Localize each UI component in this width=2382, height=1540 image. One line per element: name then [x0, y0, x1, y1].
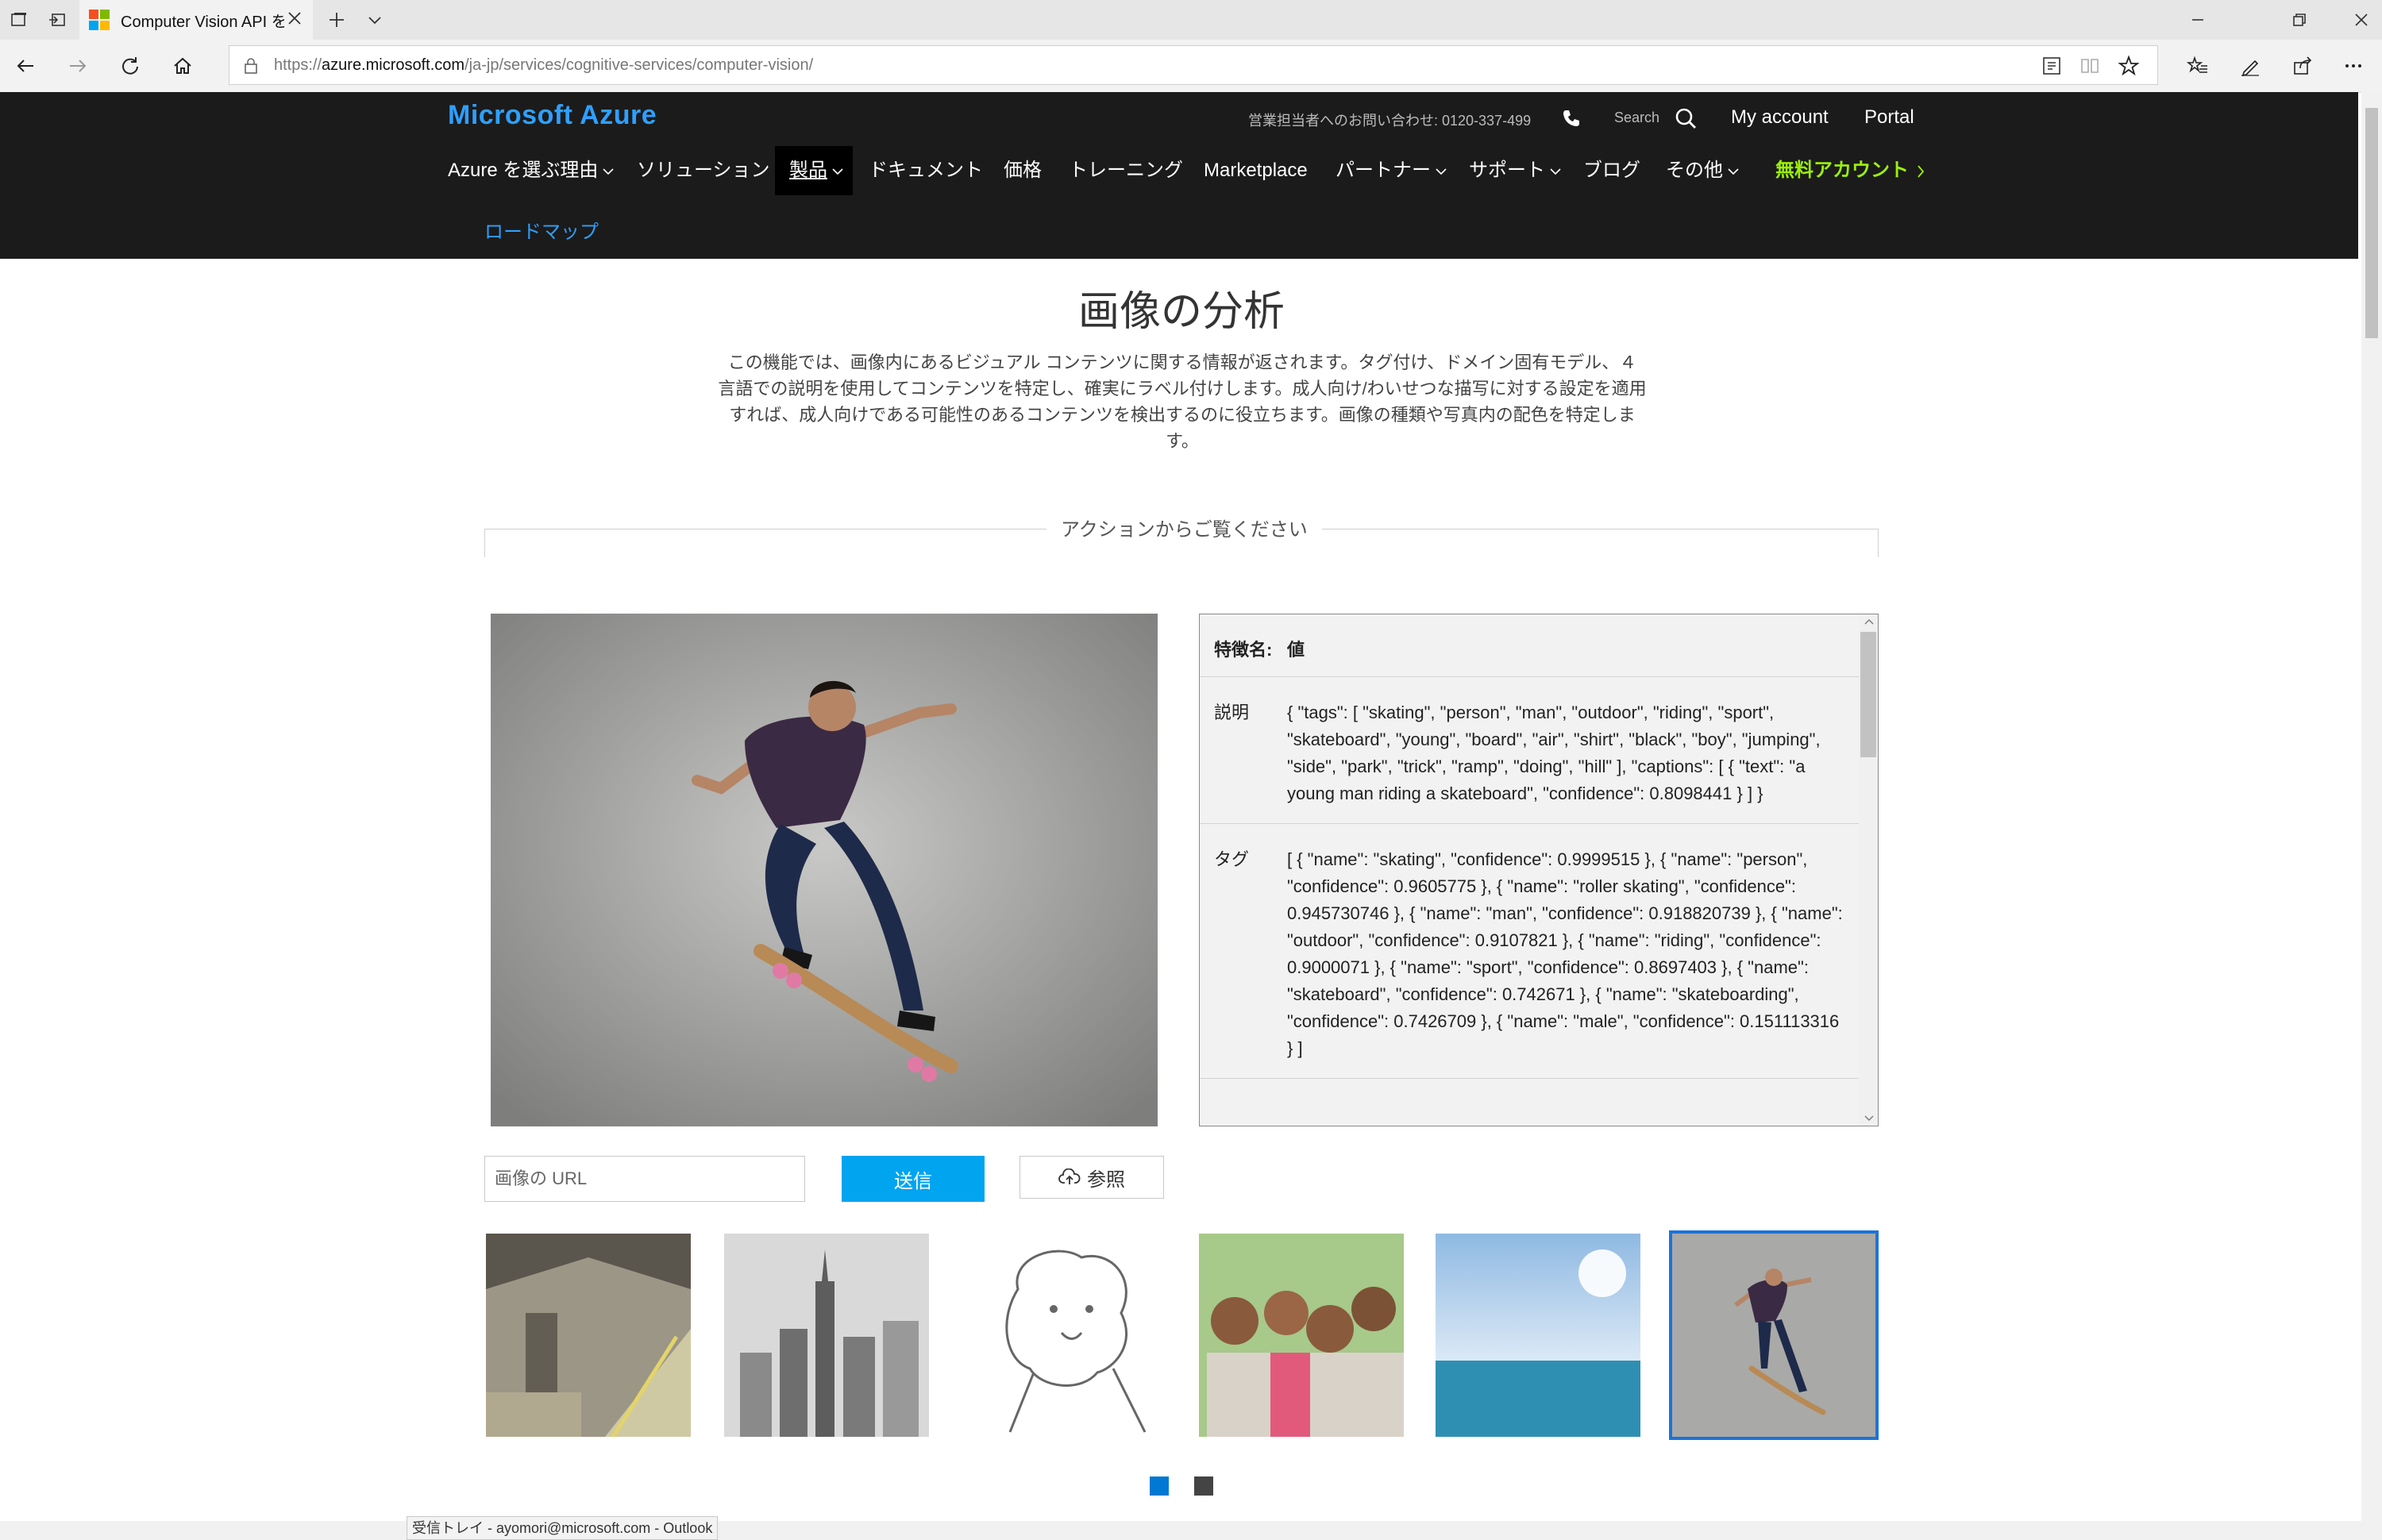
feature-name-header: 特徴名:	[1214, 640, 1273, 660]
search-icon[interactable]	[1674, 106, 1698, 130]
lock-icon	[244, 57, 258, 75]
nav-pricing[interactable]: 価格	[1004, 146, 1042, 195]
action-section-label: アクションからご覧ください	[1046, 514, 1322, 541]
nav-support[interactable]: サポート	[1469, 146, 1561, 195]
nav-solutions[interactable]: ソリューション	[637, 146, 770, 195]
nav-label: ドキュメント	[869, 160, 983, 181]
favorite-star-icon[interactable]	[2118, 55, 2140, 77]
value-header: 値	[1287, 640, 1305, 660]
analysis-results-panel[interactable]: 特徴名: 値 説明 { "tags": [ "skating", "person…	[1199, 614, 1879, 1126]
nav-more[interactable]: その他	[1666, 146, 1739, 195]
nav-label: その他	[1666, 160, 1723, 181]
carousel-page-1[interactable]	[1150, 1476, 1169, 1496]
analyzed-image-skateboarder	[491, 614, 1158, 1126]
portal-link[interactable]: Portal	[1864, 106, 1914, 129]
scroll-down-arrow-icon[interactable]	[1864, 1115, 1875, 1122]
page-scrollbar-thumb[interactable]	[2365, 108, 2378, 338]
nav-training[interactable]: トレーニング	[1069, 146, 1183, 195]
close-window-icon[interactable]	[2342, 0, 2380, 40]
nav-blog[interactable]: ブログ	[1583, 146, 1640, 195]
nav-marketplace[interactable]: Marketplace	[1204, 146, 1308, 195]
browse-label: 参照	[1087, 1168, 1125, 1191]
nav-why-azure[interactable]: Azure を選ぶ理由	[448, 146, 614, 195]
url-text: https://azure.microsoft.com/ja-jp/servic…	[274, 56, 814, 74]
sample-image-lion-drawing[interactable]	[962, 1234, 1167, 1437]
chevron-down-icon	[832, 167, 843, 175]
home-icon[interactable]	[164, 46, 202, 86]
nav-products[interactable]: 製品	[789, 146, 843, 195]
nav-label: サポート	[1469, 160, 1545, 181]
roadmap-link[interactable]: ロードマップ	[484, 216, 599, 244]
sample-image-city-skyline[interactable]	[724, 1234, 929, 1437]
results-table: 特徴名: 値 説明 { "tags": [ "skating", "person…	[1200, 614, 1859, 1079]
results-row-description: 説明 { "tags": [ "skating", "person", "man…	[1200, 677, 1859, 824]
nav-label: トレーニング	[1069, 160, 1183, 181]
phone-icon	[1561, 108, 1582, 129]
scroll-up-arrow-icon[interactable]	[1864, 618, 1875, 626]
nav-label: Azure を選ぶ理由	[448, 160, 599, 181]
more-icon[interactable]	[2334, 46, 2372, 86]
web-note-icon[interactable]	[2231, 46, 2269, 86]
back-icon[interactable]	[6, 46, 44, 86]
tab-title: Computer Vision API を	[121, 13, 284, 31]
address-bar[interactable]: https://azure.microsoft.com/ja-jp/servic…	[229, 45, 2158, 85]
chevron-down-icon	[1436, 167, 1447, 175]
forward-icon[interactable]	[59, 46, 97, 86]
close-tab-icon[interactable]	[286, 10, 303, 27]
results-scrollbar-thumb[interactable]	[1860, 632, 1876, 757]
nav-label: 価格	[1004, 160, 1042, 181]
nav-label: Marketplace	[1204, 160, 1308, 181]
sample-image-train-station[interactable]	[486, 1234, 691, 1437]
image-url-input[interactable]	[484, 1156, 805, 1202]
chevron-down-icon	[1728, 167, 1739, 175]
chevron-right-icon	[1917, 165, 1925, 178]
feature-name: タグ	[1214, 849, 1250, 869]
my-account-link[interactable]: My account	[1731, 106, 1829, 129]
cloud-upload-icon	[1058, 1168, 1081, 1186]
browse-button[interactable]: 参照	[1019, 1156, 1164, 1199]
feature-value: [ { "name": "skating", "confidence": 0.9…	[1287, 849, 1843, 1058]
new-tab-icon[interactable]	[318, 0, 356, 40]
favorites-hub-icon[interactable]	[2179, 46, 2217, 86]
set-tabs-aside-icon[interactable]	[38, 0, 76, 40]
restore-icon[interactable]	[2280, 0, 2318, 40]
nav-label: 無料アカウント	[1775, 160, 1909, 181]
reading-view-icon[interactable]	[2079, 56, 2100, 76]
feature-value: { "tags": [ "skating", "person", "man", …	[1287, 703, 1821, 803]
results-header-row: 特徴名: 値	[1200, 614, 1859, 677]
browser-tab[interactable]: Computer Vision API を	[79, 0, 313, 40]
feature-name: 説明	[1214, 703, 1250, 722]
send-button[interactable]: 送信	[842, 1156, 985, 1202]
nav-label: ソリューション	[637, 160, 770, 181]
page-description: この機能では、画像内にあるビジュアル コンテンツに関する情報が返されます。タグ付…	[718, 352, 1647, 451]
horizontal-scrollbar[interactable]	[0, 1521, 2361, 1540]
chevron-down-icon	[603, 167, 614, 175]
refresh-icon[interactable]	[111, 46, 149, 86]
reading-list-icon[interactable]	[2041, 56, 2062, 76]
nav-label: ブログ	[1583, 160, 1640, 181]
status-tooltip: 受信トレイ - ayomori@microsoft.com - Outlook	[407, 1516, 719, 1540]
nav-label: パートナー	[1336, 160, 1431, 181]
sample-image-family-photo[interactable]	[1199, 1234, 1404, 1437]
nav-documents[interactable]: ドキュメント	[869, 146, 983, 195]
carousel-page-2[interactable]	[1194, 1476, 1213, 1496]
sample-image-skateboarder-selected[interactable]	[1669, 1230, 1879, 1440]
azure-logo[interactable]: Microsoft Azure	[448, 100, 657, 131]
sample-image-ocean[interactable]	[1436, 1234, 1640, 1437]
sales-contact[interactable]: 営業担当者へのお問い合わせ: 0120-337-499	[1248, 110, 1531, 130]
nav-free-account[interactable]: 無料アカウント	[1775, 146, 1925, 195]
search-label[interactable]: Search	[1614, 110, 1659, 126]
results-row-tags: タグ [ { "name": "skating", "confidence": …	[1200, 824, 1859, 1079]
minimize-icon[interactable]	[2179, 0, 2217, 40]
microsoft-logo-icon	[89, 10, 110, 30]
tab-actions-icon[interactable]	[0, 0, 38, 40]
nav-label: 製品	[789, 160, 827, 181]
share-icon[interactable]	[2284, 46, 2322, 86]
chevron-down-icon	[1550, 167, 1561, 175]
tab-preview-chevron-icon[interactable]	[356, 0, 394, 40]
page-title: 画像の分析	[1077, 289, 1285, 335]
nav-partners[interactable]: パートナー	[1336, 146, 1447, 195]
